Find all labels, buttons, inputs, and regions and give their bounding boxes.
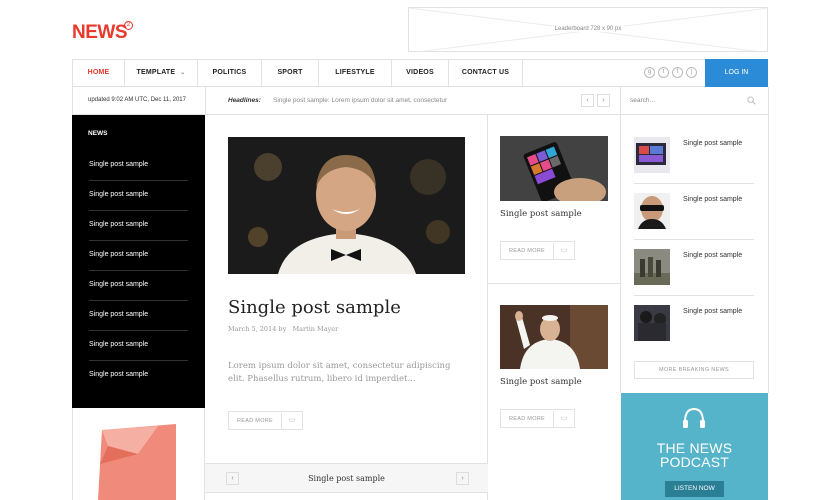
divider	[89, 360, 188, 361]
left-sidebar-item[interactable]: Single post sample	[89, 368, 188, 398]
right-post-thumbnail[interactable]	[634, 137, 670, 173]
facebook-icon[interactable]: f	[672, 67, 683, 78]
divider	[89, 180, 188, 181]
read-more-label: READ MORE	[501, 411, 555, 428]
right-post-thumbnail[interactable]	[634, 193, 670, 229]
left-sidebar-item[interactable]: Single post sample	[89, 188, 188, 218]
sticky-note-image	[98, 424, 176, 500]
rss-icon[interactable]: )	[686, 67, 697, 78]
divider	[768, 87, 769, 393]
twitter-icon[interactable]: t	[658, 67, 669, 78]
pope-post-image[interactable]	[500, 305, 608, 369]
divider	[89, 240, 188, 241]
post-by: by	[278, 325, 287, 333]
phone-post-image[interactable]	[500, 136, 608, 201]
middle-post-title[interactable]: Single post sample	[500, 377, 582, 387]
post-author[interactable]: Martin Mayer	[292, 325, 338, 333]
right-post-thumbnail[interactable]	[634, 305, 670, 341]
divider	[634, 183, 754, 184]
read-more-label: READ MORE	[501, 243, 555, 260]
post-excerpt: Lorem ipsum dolor sit amet, consectetur …	[228, 361, 451, 384]
right-post-thumbnail[interactable]	[634, 249, 670, 285]
more-breaking-news-button[interactable]: MORE BREAKING NEWS	[634, 361, 754, 379]
nav-videos[interactable]: VIDEOS	[392, 60, 449, 86]
comment-icon[interactable]: ▭	[282, 412, 302, 429]
updated-timestamp: updated 9:02 AM UTC, Dec 11, 2017	[88, 97, 186, 103]
headlines-label: Headlines:	[228, 97, 261, 104]
googleplus-icon[interactable]: g	[644, 67, 655, 78]
left-sidebar-item[interactable]: Single post sample	[89, 218, 188, 248]
nav-template-label: TEMPLATE	[136, 69, 176, 76]
left-sidebar-title: NEWS	[88, 130, 108, 137]
left-sidebar-item[interactable]: Single post sample	[89, 248, 188, 278]
post-date: March 5, 2014	[228, 325, 277, 333]
divider	[634, 239, 754, 240]
nav-sport[interactable]: SPORT	[262, 60, 319, 86]
podcast-title: THE NEWS PODCAST	[621, 441, 768, 469]
divider	[89, 330, 188, 331]
nav-template[interactable]: TEMPLATE ⌄	[125, 60, 198, 86]
headphones-icon	[683, 407, 705, 428]
headlines-ticker[interactable]: Single post sample: Lorem ipsum dolor si…	[273, 97, 447, 104]
leaderboard-ad[interactable]: Leaderboard 728 x 90 px	[408, 7, 768, 52]
leaderboard-label: Leaderboard 728 x 90 px	[551, 26, 625, 32]
read-more-button[interactable]: READ MORE ▭	[500, 409, 576, 428]
featured-post-title[interactable]: Single post sample	[228, 297, 401, 318]
slider-next-button[interactable]: ›	[456, 472, 469, 485]
ticker-next-button[interactable]: ›	[597, 94, 610, 107]
nav-politics[interactable]: POLITICS	[198, 60, 262, 86]
left-sidebar-item[interactable]: Single post sample	[89, 338, 188, 368]
divider	[89, 300, 188, 301]
search-input[interactable]: search...	[630, 97, 655, 104]
read-more-label: READ MORE	[229, 413, 283, 430]
nav-contact-us[interactable]: CONTACT US	[449, 60, 523, 86]
read-more-button[interactable]: READ MORE ▭	[500, 241, 576, 260]
read-more-button[interactable]: READ MORE ▭	[228, 411, 304, 430]
divider	[89, 270, 188, 271]
divider	[72, 87, 73, 115]
site-logo[interactable]: NEWS	[72, 22, 128, 44]
post-meta: March 5, 2014 by Martin Mayer	[228, 325, 338, 333]
featured-post-image[interactable]	[228, 137, 465, 274]
divider	[620, 87, 621, 393]
listen-now-button[interactable]: LISTEN NOW	[665, 481, 724, 497]
nav-lifestyle[interactable]: LIFESTYLE	[319, 60, 392, 86]
middle-post-title[interactable]: Single post sample	[500, 209, 582, 219]
slider-post-title[interactable]: Single post sample	[205, 474, 488, 483]
podcast-title-line1: THE NEWS	[656, 440, 733, 456]
divider	[634, 295, 754, 296]
nav-home[interactable]: HOME	[73, 60, 125, 86]
comment-icon[interactable]: ▭	[554, 410, 574, 427]
main-nav: HOME TEMPLATE ⌄ POLITICS SPORT LIFESTYLE …	[72, 59, 768, 87]
podcast-title-line2: PODCAST	[659, 454, 730, 470]
ticker-prev-button[interactable]: ‹	[581, 94, 594, 107]
right-post-title[interactable]: Single post sample	[683, 252, 742, 259]
right-post-title[interactable]: Single post sample	[683, 140, 742, 147]
login-button[interactable]: LOG IN	[705, 59, 768, 87]
divider	[205, 87, 206, 115]
search-icon[interactable]	[747, 96, 756, 105]
chevron-down-icon: ⌄	[180, 70, 186, 76]
logo-badge: 2	[124, 21, 133, 30]
left-sidebar-item[interactable]: Single post sample	[89, 308, 188, 338]
comment-icon[interactable]: ▭	[554, 242, 574, 259]
divider	[488, 283, 621, 284]
right-post-title[interactable]: Single post sample	[683, 308, 742, 315]
left-sidebar-item[interactable]: Single post sample	[89, 158, 188, 188]
right-post-title[interactable]: Single post sample	[683, 196, 742, 203]
divider	[89, 210, 188, 211]
left-sidebar-item[interactable]: Single post sample	[89, 278, 188, 308]
